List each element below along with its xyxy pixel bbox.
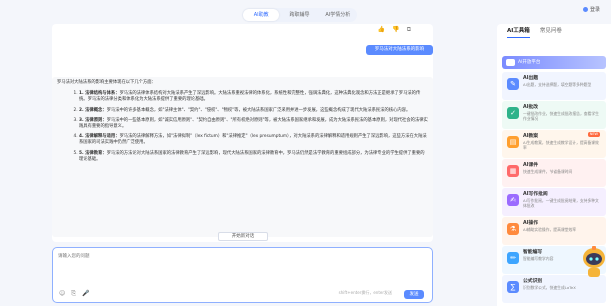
answer-list: 1. 法律结构与体系：罗马法的法律体系结构对大陆法系产生了深远影响。大陆法系重视… <box>57 91 428 163</box>
copy-icon[interactable]: ⧉ <box>407 26 411 34</box>
tool-title: AI课件 <box>523 163 539 168</box>
sidebar-tabs: AI工具箱 常见问卷 <box>497 24 611 38</box>
attach-icon[interactable]: ⎘ <box>71 290 76 298</box>
tab-ai-assistant[interactable]: AI助教 <box>243 9 280 21</box>
tool-description: AI生成教案，快速生成教学设计，提高备课效率 <box>523 140 599 150</box>
thumbs-up-icon[interactable]: 👍 <box>378 26 385 34</box>
tool-card[interactable]: ▦ AI课件 快速生成课件，节省备课时间 <box>502 159 606 187</box>
tab-learning-analysis[interactable]: AI学情分析 <box>320 9 356 21</box>
login-button[interactable]: 登录 <box>583 6 600 13</box>
tool-card[interactable]: ▤ AI教案 AI生成教案，快速生成教学设计，提高备课效率 NEW <box>502 130 606 158</box>
tool-description: AI出题，支持选择题，填空题等多种题型 <box>523 82 592 87</box>
emoji-icon[interactable]: ☺ <box>59 290 65 298</box>
chat-panel: 👍 👎 ⧉ 罗马法对大陆法系的影响 罗马法对大陆法系的影响主要体现在以下几个方面… <box>52 24 433 242</box>
tool-title: AI批改 <box>523 105 539 110</box>
tab-faq[interactable]: 常见问卷 <box>540 24 562 38</box>
tool-card[interactable]: ✍ AI写作批阅 AI写作批阅，一键生成批阅结果，支持多种文体批改 <box>502 188 606 216</box>
tool-title: AI出题 <box>523 76 539 81</box>
slides-icon: ▦ <box>507 165 519 177</box>
thumbs-down-icon[interactable]: 👎 <box>392 26 399 34</box>
input-hint: shift+enter换行，enter发送 <box>338 290 392 295</box>
tool-description: 识别数学公式，快速生成LaTeX <box>523 285 576 290</box>
mascot-robot-icon[interactable] <box>580 244 608 280</box>
edit-icon: ✏ <box>507 252 519 264</box>
tool-title: AI操作 <box>523 221 539 226</box>
user-message: 罗马法对大陆法系的影响 <box>366 45 433 55</box>
tool-description: 一键批改作业，快速生成批改报告，查看学生作业情况 <box>523 111 599 121</box>
tool-card[interactable]: ✓ AI批改 一键批改作业，快速生成批改报告，查看学生作业情况 <box>502 101 606 129</box>
answer-item: 1. 法律结构与体系：罗马法的法律体系结构对大陆法系产生了深远影响。大陆法系重视… <box>79 91 428 103</box>
answer-item: 4. 法律解释与适用：罗马法的法律解释方法，如"法律拟制"（lex fictum… <box>79 134 428 146</box>
check-icon: ✓ <box>507 107 519 119</box>
formula-icon: ∑ <box>507 281 519 293</box>
top-tab-bar: AI助教 跨职辅导 AI学情分析 <box>242 8 357 22</box>
tool-description: AI写作批阅，一键生成批阅结果，支持多种文体批改 <box>523 198 599 208</box>
ai-answer: 罗马法对大陆法系的影响主要体现在以下几个方面： 1. 法律结构与体系：罗马法的法… <box>52 77 433 237</box>
answer-item: 5. 法律教育：罗马法的方法论对大陆法系国家的法律教育产生了深远影响，现代大陆法… <box>79 151 428 163</box>
message-actions: 👍 👎 ⧉ <box>378 26 411 34</box>
mic-icon[interactable]: 🎤 <box>82 290 89 298</box>
tool-card[interactable]: ✎ AI出题 AI出题，支持选择题，填空题等多种题型 <box>502 72 606 100</box>
user-icon <box>583 7 588 12</box>
answer-intro: 罗马法对大陆法系的影响主要体现在以下几个方面： <box>57 80 156 85</box>
flask-icon: ⚗ <box>507 223 519 235</box>
tool-description: 快速生成课件，节省备课时间 <box>523 169 573 174</box>
send-button[interactable]: 发送 <box>404 290 424 299</box>
document-icon: ✎ <box>507 78 519 90</box>
chat-input-box: ☺ ⎘ 🎤 shift+enter换行，enter发送 发送 <box>52 247 433 303</box>
platform-icon <box>506 59 515 66</box>
tab-ai-toolbox[interactable]: AI工具箱 <box>507 24 530 38</box>
ai-platform-banner[interactable]: AI开放平台 <box>502 56 606 69</box>
chat-input[interactable] <box>58 253 418 267</box>
pen-icon: ✍ <box>507 194 519 206</box>
tool-title: AI写作批阅 <box>523 192 548 197</box>
tool-description: AI辅助实验操作，提高课堂效率 <box>523 227 577 232</box>
tool-card[interactable]: ⚗ AI操作 AI辅助实验操作，提高课堂效率 <box>502 217 606 245</box>
tab-tutoring[interactable]: 跨职辅导 <box>281 9 317 21</box>
new-chat-button[interactable]: 开始新对话 <box>218 232 268 241</box>
book-icon: ▤ <box>507 136 519 148</box>
new-badge: NEW <box>587 132 600 137</box>
answer-item: 3. 法律原则：罗马法中的一些基本原则，如"诚实信用原则"、"契约自由原则"、"… <box>79 118 428 130</box>
answer-item: 2. 法律概念：罗马法中的许多基本概念，如"法律主体"、"契约"、"侵权"、"物… <box>79 108 428 114</box>
input-tools: ☺ ⎘ 🎤 <box>59 290 90 298</box>
